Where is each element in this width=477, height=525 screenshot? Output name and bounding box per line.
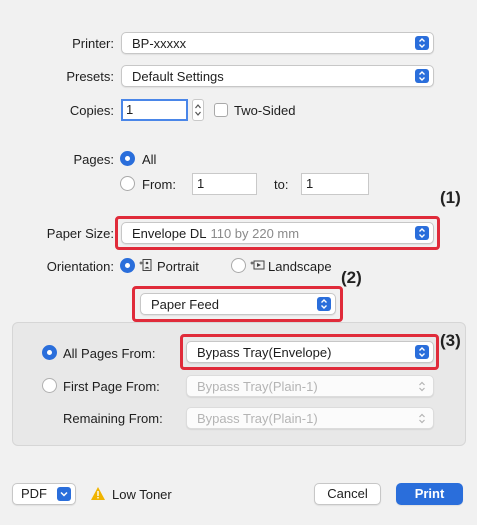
pages-from-label: From: — [142, 177, 176, 192]
popup-arrows-icon — [415, 69, 429, 83]
remaining-tray-popup: Bypass Tray(Plain-1) — [186, 407, 434, 429]
first-page-tray-popup: Bypass Tray(Plain-1) — [186, 375, 434, 397]
print-dialog: Printer: BP-xxxxx Presets: Default Setti… — [0, 0, 477, 525]
printer-value: BP-xxxxx — [132, 35, 187, 51]
first-page-tray-value: Bypass Tray(Plain-1) — [197, 378, 318, 394]
popup-arrows-icon — [417, 412, 427, 425]
portrait-radio[interactable] — [120, 258, 135, 273]
cancel-button[interactable]: Cancel — [314, 483, 381, 505]
highlight-box-3 — [180, 334, 439, 370]
pages-label: Pages: — [73, 152, 114, 167]
popup-arrows-icon — [417, 380, 427, 393]
portrait-icon — [139, 258, 153, 275]
landscape-radio[interactable] — [231, 258, 246, 273]
pdf-menu-button[interactable]: PDF — [12, 483, 76, 505]
all-pages-label: All Pages From: — [63, 346, 156, 361]
remaining-tray-value: Bypass Tray(Plain-1) — [197, 410, 318, 426]
low-toner-text: Low Toner — [112, 487, 172, 502]
chevron-down-icon — [57, 487, 71, 501]
pages-from-radio[interactable] — [120, 176, 135, 191]
landscape-icon — [250, 258, 265, 275]
portrait-label: Portrait — [157, 259, 199, 274]
callout-1: (1) — [440, 188, 461, 207]
print-button[interactable]: Print — [396, 483, 463, 505]
all-pages-radio[interactable] — [42, 345, 57, 360]
printer-label: Printer: — [72, 36, 114, 51]
first-page-label: First Page From: — [63, 379, 160, 394]
pages-to-label: to: — [274, 177, 289, 192]
pages-to-field[interactable]: 1 — [301, 173, 369, 195]
first-page-radio[interactable] — [42, 378, 57, 393]
two-sided-checkbox[interactable] — [214, 103, 228, 117]
pdf-label: PDF — [21, 486, 47, 501]
pages-from-field[interactable]: 1 — [192, 173, 257, 195]
callout-3: (3) — [440, 331, 461, 350]
presets-popup[interactable]: Default Settings — [121, 65, 434, 87]
printer-popup[interactable]: BP-xxxxx — [121, 32, 434, 54]
remaining-label: Remaining From: — [63, 411, 163, 426]
highlight-box-2 — [132, 286, 343, 322]
popup-arrows-icon — [415, 36, 429, 50]
stepper-arrows-icon — [195, 104, 201, 116]
presets-value: Default Settings — [132, 68, 224, 84]
copies-label: Copies: — [69, 103, 114, 118]
warning-icon — [90, 486, 106, 504]
highlight-box-1 — [115, 216, 440, 250]
copies-stepper[interactable] — [192, 99, 204, 121]
callout-2: (2) — [341, 268, 362, 287]
landscape-label: Landscape — [268, 259, 332, 274]
two-sided-label: Two-Sided — [234, 103, 296, 118]
orientation-label: Orientation: — [46, 259, 114, 274]
pages-all-radio[interactable] — [120, 151, 135, 166]
copies-field[interactable]: 1 — [121, 99, 188, 121]
pages-all-label: All — [142, 152, 157, 167]
presets-label: Presets: — [66, 69, 114, 84]
paper-size-label: Paper Size: — [46, 226, 114, 241]
